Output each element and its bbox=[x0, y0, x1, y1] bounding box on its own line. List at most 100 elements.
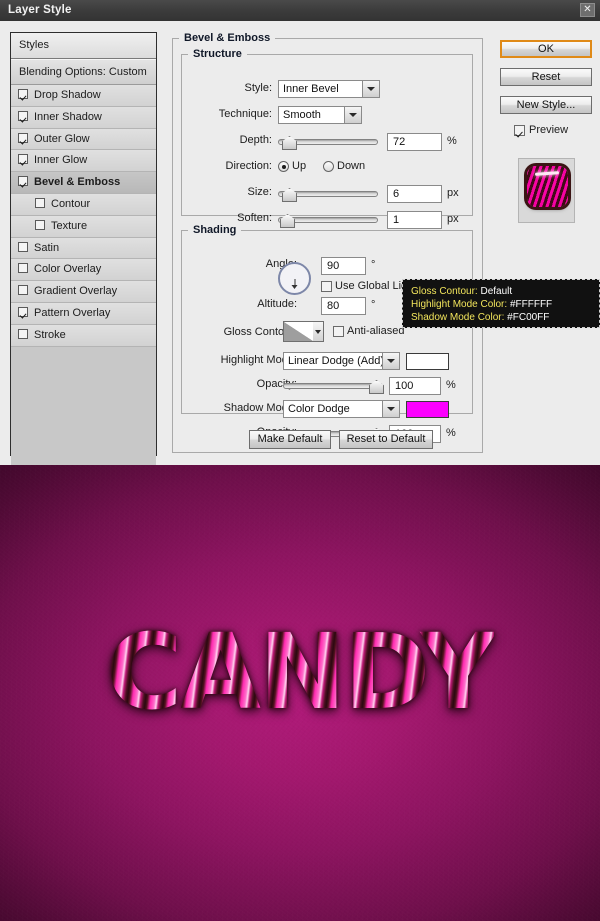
style-item-label: Pattern Overlay bbox=[34, 306, 111, 319]
direction-down-label[interactable]: Down bbox=[337, 160, 365, 172]
candy-text-wrap: CANDY CANDY bbox=[0, 611, 600, 740]
shadow-mode-value: Color Dodge bbox=[288, 403, 350, 415]
altitude-input[interactable]: 80 bbox=[321, 297, 366, 315]
direction-down-radio[interactable] bbox=[323, 161, 334, 172]
shadow-mode-combo[interactable]: Color Dodge bbox=[283, 400, 400, 418]
structure-group: Structure Style: Inner Bevel Technique: … bbox=[181, 48, 473, 229]
new-style-button[interactable]: New Style... bbox=[500, 96, 592, 114]
style-list-item[interactable]: Contour bbox=[11, 193, 156, 216]
reset-to-default-button[interactable]: Reset to Default bbox=[339, 430, 433, 449]
style-item-checkbox[interactable] bbox=[18, 263, 28, 274]
highlight-opacity-slider[interactable] bbox=[283, 378, 384, 394]
shadow-color-swatch[interactable] bbox=[406, 401, 449, 418]
preview-thumbnail bbox=[527, 166, 568, 207]
candy-text: CANDY bbox=[106, 611, 496, 733]
style-item-checkbox[interactable] bbox=[18, 89, 28, 99]
blending-options-item[interactable]: Blending Options: Custom bbox=[11, 59, 156, 85]
highlight-opacity-input[interactable]: 100 bbox=[389, 377, 441, 395]
depth-unit: % bbox=[447, 135, 457, 147]
style-list-item[interactable]: Satin bbox=[11, 237, 156, 260]
anti-aliased-checkbox[interactable] bbox=[333, 326, 344, 337]
gloss-contour-dropdown-icon[interactable] bbox=[313, 321, 324, 342]
style-list-item[interactable]: Inner Glow bbox=[11, 150, 156, 173]
style-item-label: Contour bbox=[51, 197, 91, 210]
chevron-down-icon[interactable] bbox=[382, 353, 399, 369]
highlight-opacity-unit: % bbox=[446, 379, 456, 391]
window-titlebar: Layer Style ✕ bbox=[0, 0, 600, 22]
soften-label: Soften: bbox=[237, 212, 272, 224]
style-item-checkbox[interactable] bbox=[18, 154, 28, 165]
style-label: Style: bbox=[244, 82, 272, 94]
style-item-checkbox[interactable] bbox=[18, 110, 28, 121]
style-item-checkbox[interactable] bbox=[35, 219, 45, 230]
preview-label[interactable]: Preview bbox=[529, 124, 568, 136]
angle-input[interactable]: 90 bbox=[321, 257, 366, 275]
anti-aliased-label[interactable]: Anti-aliased bbox=[347, 325, 404, 337]
window-title: Layer Style bbox=[8, 4, 72, 16]
style-list-item[interactable]: Texture bbox=[11, 215, 156, 238]
style-list-item[interactable]: Bevel & Emboss bbox=[11, 172, 156, 194]
depth-slider[interactable] bbox=[278, 134, 378, 150]
candy-artwork-canvas: CANDY CANDY bbox=[0, 465, 600, 921]
structure-title: Structure bbox=[193, 48, 242, 60]
chevron-down-icon[interactable] bbox=[344, 107, 361, 123]
technique-label: Technique: bbox=[218, 108, 272, 120]
make-default-button[interactable]: Make Default bbox=[249, 430, 331, 449]
style-item-checkbox[interactable] bbox=[35, 197, 45, 208]
tooltip-line: Highlight Mode Color: #FFFFFF bbox=[411, 298, 599, 311]
tooltip-line: Shadow Mode Color: #FC00FF bbox=[411, 311, 599, 324]
bevel-emboss-settings: Bevel & Emboss Structure Style: Inner Be… bbox=[172, 32, 485, 456]
chevron-down-icon[interactable] bbox=[362, 81, 379, 97]
style-item-checkbox[interactable] bbox=[18, 176, 28, 187]
settings-tooltip: Gloss Contour: Default Highlight Mode Co… bbox=[402, 279, 600, 328]
style-list-item[interactable]: Inner Shadow bbox=[11, 106, 156, 129]
angle-unit: ° bbox=[371, 259, 376, 271]
gloss-contour-swatch[interactable] bbox=[283, 321, 314, 342]
style-combo[interactable]: Inner Bevel bbox=[278, 80, 380, 98]
style-item-checkbox[interactable] bbox=[18, 132, 28, 143]
style-item-label: Inner Glow bbox=[34, 154, 88, 167]
style-item-checkbox[interactable] bbox=[18, 285, 28, 296]
highlight-mode-combo[interactable]: Linear Dodge (Add) bbox=[283, 352, 400, 370]
style-item-checkbox[interactable] bbox=[18, 241, 28, 252]
shadow-mode-label: Shadow Mode: bbox=[223, 402, 297, 414]
highlight-opacity-label: Opacity: bbox=[256, 378, 297, 390]
style-list-item[interactable]: Color Overlay bbox=[11, 259, 156, 282]
depth-input[interactable]: 72 bbox=[387, 133, 442, 151]
direction-up-radio[interactable] bbox=[278, 161, 289, 172]
style-item-label: Color Overlay bbox=[34, 263, 102, 276]
style-item-label: Stroke bbox=[34, 328, 66, 341]
styles-list-header: Styles bbox=[11, 33, 156, 59]
style-list-item[interactable]: Drop Shadow bbox=[11, 85, 156, 107]
style-item-checkbox[interactable] bbox=[18, 328, 28, 339]
styles-list-panel: Styles Blending Options: Custom Drop Sha… bbox=[10, 32, 157, 769]
tooltip-line: Gloss Contour: Default bbox=[411, 285, 599, 298]
style-list-item[interactable]: Outer Glow bbox=[11, 128, 156, 151]
style-combo-value: Inner Bevel bbox=[283, 83, 339, 95]
altitude-unit: ° bbox=[371, 299, 376, 311]
preview-checkbox[interactable] bbox=[514, 125, 525, 136]
gloss-contour-label: Gloss Contour: bbox=[223, 326, 297, 338]
ok-button[interactable]: OK bbox=[500, 40, 592, 58]
size-slider[interactable] bbox=[278, 186, 378, 202]
style-list-item[interactable]: Stroke bbox=[11, 324, 156, 347]
direction-label: Direction: bbox=[225, 160, 272, 172]
angle-dial-needle bbox=[291, 278, 298, 289]
style-list-item[interactable]: Gradient Overlay bbox=[11, 281, 156, 303]
style-list-item[interactable]: Pattern Overlay bbox=[11, 302, 156, 325]
use-global-light-checkbox[interactable] bbox=[321, 281, 332, 292]
reset-button[interactable]: Reset bbox=[500, 68, 592, 86]
shading-title: Shading bbox=[193, 224, 237, 236]
close-icon[interactable]: ✕ bbox=[580, 3, 595, 17]
technique-combo[interactable]: Smooth bbox=[278, 106, 362, 124]
size-input[interactable]: 6 bbox=[387, 185, 442, 203]
angle-dial[interactable] bbox=[278, 262, 311, 295]
layer-style-dialog: Styles Blending Options: Custom Drop Sha… bbox=[0, 21, 600, 769]
style-item-label: Gradient Overlay bbox=[34, 285, 118, 298]
style-item-label: Drop Shadow bbox=[34, 89, 101, 101]
chevron-down-icon[interactable] bbox=[382, 401, 399, 417]
direction-up-label[interactable]: Up bbox=[292, 160, 306, 172]
style-item-checkbox[interactable] bbox=[18, 306, 28, 317]
style-item-label: Satin bbox=[34, 241, 60, 254]
highlight-color-swatch[interactable] bbox=[406, 353, 449, 370]
